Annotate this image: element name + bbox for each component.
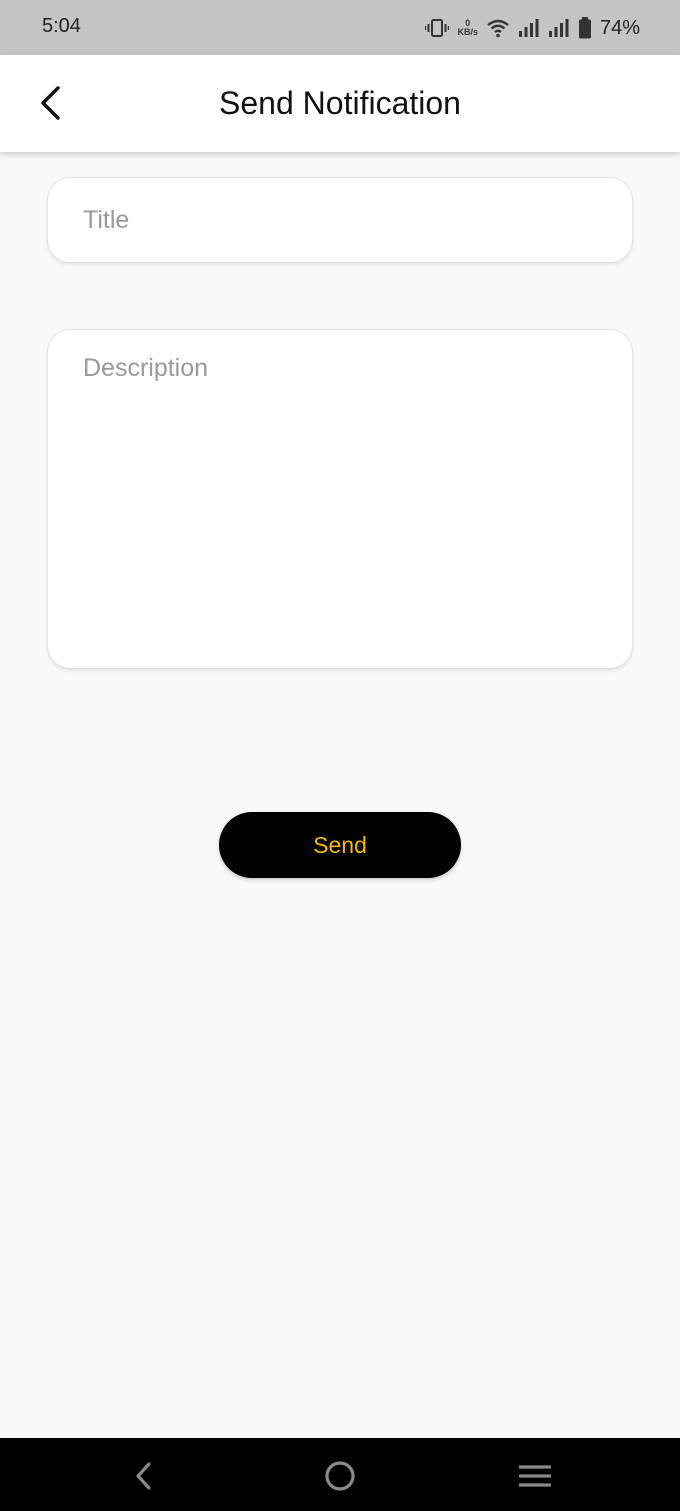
nav-menu-icon [519,1465,551,1487]
signal-icon [518,18,540,38]
title-input[interactable] [48,178,632,262]
nav-back-icon [136,1462,151,1490]
signal-icon [548,18,570,38]
nav-back-button[interactable] [122,1454,166,1498]
system-nav-bar [0,1438,680,1511]
status-icons: 0 KB/s 74% [425,12,640,44]
title-field[interactable] [48,178,632,262]
battery-icon [578,17,592,39]
net-speed-unit: KB/s [457,27,478,37]
description-input[interactable] [48,330,632,668]
description-field[interactable] [48,330,632,668]
send-button[interactable]: Send [219,812,461,878]
status-bar: 5:04 0 KB/s 74% [0,0,680,55]
page-title: Send Notification [219,85,461,121]
nav-home-button[interactable] [318,1454,362,1498]
nav-home-icon [325,1461,355,1491]
battery-percent: 74% [599,16,640,39]
vibrate-icon [425,18,450,38]
net-speed-indicator: 0 KB/s [457,19,478,37]
wifi-icon [486,18,510,38]
nav-menu-button[interactable] [513,1454,557,1498]
app-bar: Send Notification [0,55,680,152]
status-time: 5:04 [42,15,81,37]
